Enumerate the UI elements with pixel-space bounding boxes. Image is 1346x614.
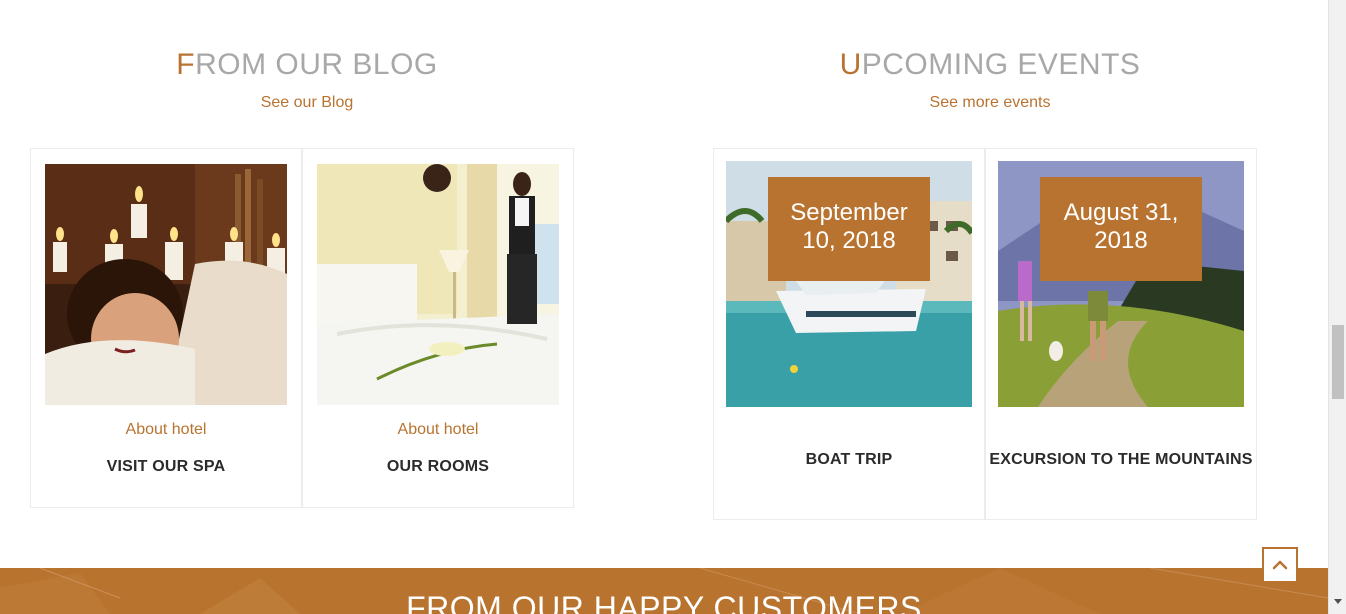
see-more-events-link[interactable]: See more events — [713, 94, 1267, 112]
spa-photo[interactable] — [45, 164, 287, 405]
blog-card-category[interactable]: About hotel — [31, 421, 301, 439]
events-heading-rest: PCOMING EVENTS — [861, 48, 1141, 81]
event-title[interactable]: EXCURSION TO THE MOUNTAINS — [986, 451, 1256, 469]
event-date-line2: 2018 — [1094, 227, 1148, 254]
testimonials-title: FROM OUR HAPPY CUSTOMERS — [406, 590, 922, 614]
event-date-badge: September 10, 2018 — [768, 177, 930, 281]
blog-heading-initial: F — [176, 48, 196, 81]
blog-card-rooms[interactable]: About hotel OUR ROOMS — [302, 148, 574, 508]
hotel-room-photo[interactable] — [317, 164, 559, 405]
event-date-badge: August 31, 2018 — [1040, 177, 1202, 281]
mountain-hikers-photo[interactable]: August 31, 2018 — [998, 161, 1244, 407]
event-date-line2: 10, 2018 — [802, 227, 896, 254]
event-date-line1: September — [790, 199, 908, 226]
scroll-down-arrow-icon[interactable] — [1334, 599, 1342, 604]
yacht-marina-photo[interactable]: September 10, 2018 — [726, 161, 972, 407]
vertical-scrollbar[interactable] — [1328, 0, 1346, 614]
event-card-excursion[interactable]: August 31, 2018 EXCURSION TO THE MOUNTAI… — [985, 148, 1257, 520]
event-date-line1: August 31, — [1063, 199, 1179, 226]
see-our-blog-link[interactable]: See our Blog — [30, 94, 584, 112]
event-card-boat-trip[interactable]: September 10, 2018 BOAT TRIP — [713, 148, 985, 520]
blog-heading-rest: ROM OUR BLOG — [195, 48, 438, 81]
blog-heading: FROM OUR BLOG — [30, 48, 584, 82]
blog-card-spa[interactable]: About hotel VISIT OUR SPA — [30, 148, 302, 508]
scrollbar-thumb[interactable] — [1332, 325, 1344, 399]
blog-card-title[interactable]: VISIT OUR SPA — [31, 458, 301, 476]
chevron-up-icon — [1272, 560, 1288, 570]
blog-card-title[interactable]: OUR ROOMS — [303, 458, 573, 476]
testimonials-section: FROM OUR HAPPY CUSTOMERS — [0, 568, 1328, 614]
events-heading-initial: U — [839, 48, 862, 81]
page: FROM OUR BLOG See our Blog About hotel V… — [0, 0, 1328, 614]
event-title[interactable]: BOAT TRIP — [714, 451, 984, 469]
blog-card-category[interactable]: About hotel — [303, 421, 573, 439]
back-to-top-button[interactable] — [1262, 547, 1298, 583]
events-heading: UPCOMING EVENTS — [713, 48, 1267, 82]
